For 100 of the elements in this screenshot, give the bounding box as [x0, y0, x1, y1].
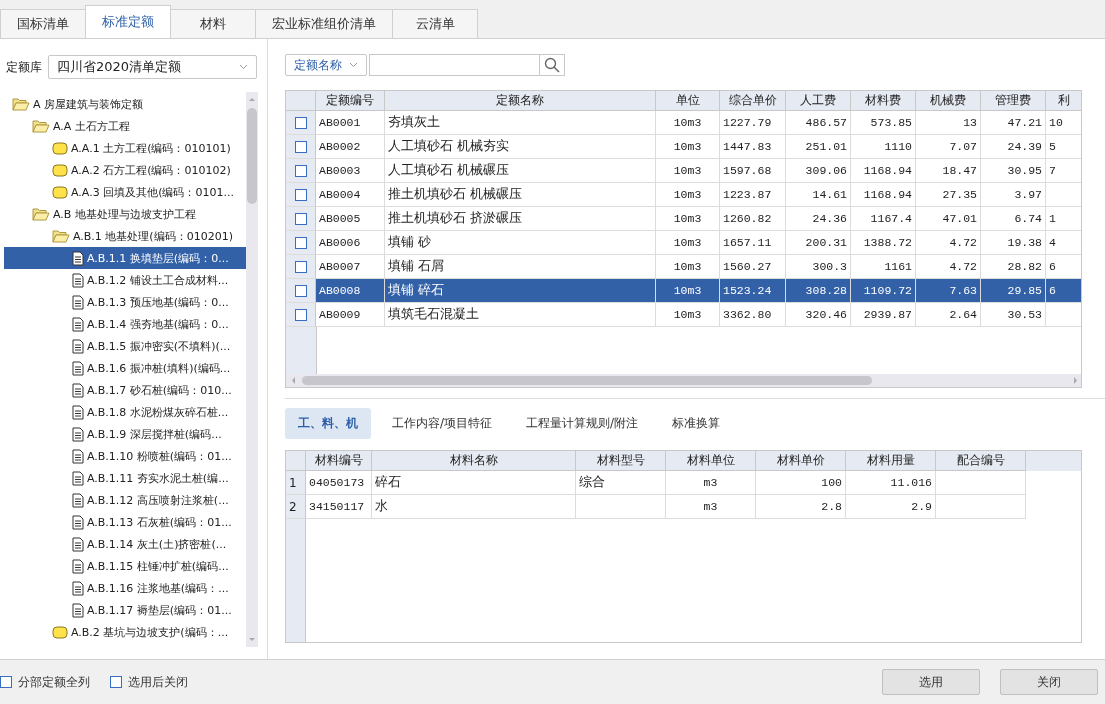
close-button[interactable]: 关闭: [1000, 669, 1098, 695]
table-cell: AB0006: [316, 231, 385, 255]
tree-item[interactable]: A.B.1.4 强夯地基(编码：0...: [4, 313, 246, 335]
table-cell: 7.63: [916, 279, 981, 303]
table-cell: 1657.11: [720, 231, 786, 255]
search-input[interactable]: [369, 54, 540, 76]
table-row[interactable]: AB0001 夯填灰土 10m3 1227.79 486.57 573.85 13 47.21 10: [286, 111, 1081, 135]
table-cell: 18.47: [916, 159, 981, 183]
document-icon: [72, 470, 84, 486]
tree-item[interactable]: A 房屋建筑与装饰定额: [4, 93, 246, 115]
table-cell: 11.016: [846, 471, 936, 495]
table-row[interactable]: AB0009 填筑毛石混凝土 10m3 3362.80 320.46 2939.87 2.64 30.53: [286, 303, 1081, 327]
table-cell: 7: [1046, 159, 1081, 183]
tree-item[interactable]: A.B.1.1 换填垫层(编码：0...: [4, 247, 246, 269]
caret-icon: [349, 62, 358, 68]
table-cell: 2.64: [916, 303, 981, 327]
column-header: 单位: [656, 91, 720, 111]
tree-item[interactable]: A.B.1.8 水泥粉煤灰碎石桩...: [4, 401, 246, 423]
table-cell: 1388.72: [851, 231, 916, 255]
tab[interactable]: 工、料、机: [285, 408, 371, 439]
table-cell: 04050173: [306, 471, 372, 495]
column-header: 定额编号: [316, 91, 385, 111]
scrollbar[interactable]: [286, 374, 1081, 387]
tree-item[interactable]: A.B.1.13 石灰桩(编码：01...: [4, 511, 246, 533]
table-row[interactable]: AB0004 推土机填砂石 机械碾压 10m3 1223.87 14.61 1168.94 27.35 3.97: [286, 183, 1081, 207]
column-header: 材料编号: [306, 451, 372, 471]
table-cell: 1: [1046, 207, 1081, 231]
tab[interactable]: 工作内容/项目特征: [379, 408, 506, 439]
row-number: 1: [286, 471, 306, 495]
scrollbar[interactable]: [246, 92, 258, 647]
tree-item[interactable]: A.B.1.9 深层搅拌桩(编码...: [4, 423, 246, 445]
tree-item[interactable]: A.B.1.10 粉喷桩(编码：01...: [4, 445, 246, 467]
checkbox[interactable]: [294, 140, 307, 153]
table-cell: 5: [1046, 135, 1081, 159]
table-cell: 13: [916, 111, 981, 135]
tree-item[interactable]: A.B.1.12 高压喷射注浆桩(...: [4, 489, 246, 511]
checkbox[interactable]: [294, 284, 307, 297]
document-icon: [72, 558, 84, 574]
library-dropdown[interactable]: 四川省2020清单定额: [48, 55, 257, 79]
document-icon: [72, 294, 84, 310]
table-cell: 4.72: [916, 231, 981, 255]
tree-item[interactable]: A.B.1.7 砂石桩(编码：010...: [4, 379, 246, 401]
checkbox-option[interactable]: 分部定额全列: [0, 673, 90, 691]
tab[interactable]: 工程量计算规则/附注: [513, 408, 652, 439]
table-cell: 200.31: [786, 231, 851, 255]
document-icon: [72, 250, 84, 266]
table-cell: 3362.80: [720, 303, 786, 327]
search-button[interactable]: [540, 54, 565, 76]
tree-item[interactable]: A.B.1 地基处理(编码：010201): [4, 225, 246, 247]
tree-item[interactable]: A.A.1 土方工程(编码：010101): [4, 137, 246, 159]
tree-item[interactable]: A.A.2 石方工程(编码：010102): [4, 159, 246, 181]
tree-item[interactable]: A.B.1.5 振冲密实(不填料)(...: [4, 335, 246, 357]
table-cell: AB0001: [316, 111, 385, 135]
tree-item[interactable]: A.B.1.11 夯实水泥土桩(编...: [4, 467, 246, 489]
tab[interactable]: 云清单: [392, 9, 478, 38]
table-cell: 100: [756, 471, 846, 495]
column-header: 定额名称: [385, 91, 656, 111]
table-row[interactable]: AB0008 填铺 碎石 10m3 1523.24 308.28 1109.72 7.63 29.85 6: [286, 279, 1081, 303]
tree-item[interactable]: A.B 地基处理与边坡支护工程: [4, 203, 246, 225]
tree-item[interactable]: A.A 土石方工程: [4, 115, 246, 137]
tree-item[interactable]: A.B.1.14 灰土(土)挤密桩(...: [4, 533, 246, 555]
table-cell: 1447.83: [720, 135, 786, 159]
table-cell: AB0002: [316, 135, 385, 159]
table-cell: 10: [1046, 111, 1081, 135]
tab[interactable]: 材料: [170, 9, 256, 38]
checkbox[interactable]: [294, 188, 307, 201]
tree-item[interactable]: A.B.1.2 铺设土工合成材料...: [4, 269, 246, 291]
search-field-dropdown[interactable]: 定额名称: [285, 54, 367, 76]
tab[interactable]: 标准定额: [85, 5, 171, 38]
search-icon: [544, 57, 560, 73]
tree-item[interactable]: A.B.1.6 振冲桩(填料)(编码...: [4, 357, 246, 379]
tree-item[interactable]: A.B.1.16 注浆地基(编码：...: [4, 577, 246, 599]
checkbox[interactable]: [294, 308, 307, 321]
checkbox[interactable]: [294, 236, 307, 249]
table-row[interactable]: AB0006 填铺 砂 10m3 1657.11 200.31 1388.72 4.72 19.38 4: [286, 231, 1081, 255]
tree-item[interactable]: A.A.3 回填及其他(编码：0101...: [4, 181, 246, 203]
table-row[interactable]: AB0002 人工填砂石 机械夯实 10m3 1447.83 251.01 1110 7.07 24.39 5: [286, 135, 1081, 159]
table-cell: 34150117: [306, 495, 372, 519]
table-cell: 1168.94: [851, 159, 916, 183]
tree-item[interactable]: A.B.2 基坑与边坡支护(编码：...: [4, 621, 246, 643]
tab[interactable]: 国标清单: [0, 9, 86, 38]
table-row[interactable]: AB0003 人工填砂石 机械碾压 10m3 1597.68 309.06 1168.94 18.47 30.95 7: [286, 159, 1081, 183]
table-cell: 填铺 碎石: [385, 279, 656, 303]
checkbox[interactable]: [294, 116, 307, 129]
document-icon: [72, 536, 84, 552]
checkbox[interactable]: [294, 212, 307, 225]
checkbox-option[interactable]: 选用后关闭: [110, 673, 188, 691]
tree-item[interactable]: A.B.1.3 预压地基(编码：0...: [4, 291, 246, 313]
tab[interactable]: 宏业标准组价清单: [255, 9, 393, 38]
checkbox[interactable]: [294, 164, 307, 177]
select-button[interactable]: 选用: [882, 669, 980, 695]
document-icon: [72, 272, 84, 288]
tree-item[interactable]: A.B.1.17 褥垫层(编码：01...: [4, 599, 246, 621]
table-cell: 10m3: [656, 279, 720, 303]
table-cell: m3: [666, 471, 756, 495]
table-cell: 夯填灰土: [385, 111, 656, 135]
tree-item[interactable]: A.B.1.15 柱锤冲扩桩(编码...: [4, 555, 246, 577]
tab[interactable]: 标准换算: [659, 408, 734, 439]
table-row[interactable]: AB0005 推土机填砂石 挤淤碾压 10m3 1260.82 24.36 1167.4 47.01 6.74 1: [286, 207, 1081, 231]
checkbox[interactable]: [294, 260, 307, 273]
